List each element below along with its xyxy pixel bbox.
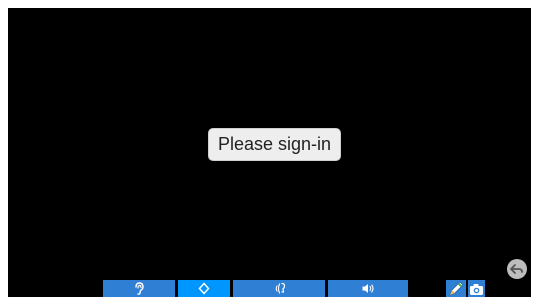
camera-icon	[470, 284, 483, 295]
pen-icon	[449, 281, 464, 296]
talk-button[interactable]	[233, 280, 325, 297]
snapshot-button[interactable]	[468, 280, 485, 297]
ear-icon	[135, 282, 144, 295]
talk-icon	[275, 282, 286, 294]
diamond-icon	[198, 282, 210, 295]
back-arrow-icon	[510, 264, 523, 274]
volume-icon	[362, 284, 374, 293]
back-button[interactable]	[507, 259, 527, 279]
listen-button[interactable]	[103, 280, 175, 297]
unlock-button[interactable]	[178, 280, 230, 297]
video-screen: Please sign-in	[8, 8, 531, 297]
sign-in-message: Please sign-in	[208, 128, 341, 161]
annotate-button[interactable]	[446, 280, 466, 297]
volume-button[interactable]	[328, 280, 408, 297]
